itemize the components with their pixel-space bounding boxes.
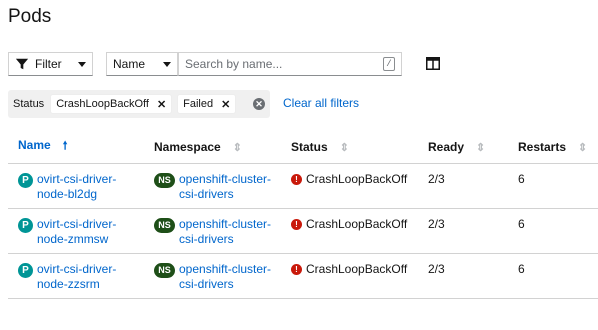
chevron-down-icon: [78, 61, 86, 67]
filter-label: Filter: [35, 57, 62, 71]
status-text: CrashLoopBackOff: [306, 171, 408, 186]
column-header-name[interactable]: Name 🠕: [8, 131, 144, 164]
error-icon: !: [291, 218, 302, 230]
filter-type-select[interactable]: Name: [106, 52, 178, 76]
filter-chip-label: Failed: [183, 98, 214, 110]
namespace-badge-icon: NS: [154, 217, 175, 233]
filter-chip-label: CrashLoopBackOff: [56, 98, 149, 110]
sort-ascending-icon: 🠕: [62, 140, 68, 153]
ready-count: 2/3: [428, 171, 445, 186]
column-header-label: Ready: [428, 139, 465, 154]
error-icon: !: [291, 173, 302, 185]
table-row: Povirt-csi-driver-node-bl2dg NS openshift…: [8, 163, 598, 209]
ready-count: 2/3: [428, 261, 445, 276]
table-row: Povirt-csi-driver-node-zzsrm NS openshift…: [8, 253, 598, 299]
namespace-badge-icon: NS: [154, 172, 175, 188]
namespace-link[interactable]: openshift-cluster-csi-drivers: [179, 172, 281, 202]
filter-type-label: Name: [113, 57, 146, 71]
sort-icon: ⇕: [232, 141, 242, 154]
sort-icon: ⇕: [578, 141, 588, 154]
pod-name-link[interactable]: ovirt-csi-driver-node-zzsrm: [37, 262, 144, 292]
namespace-badge-icon: NS: [154, 262, 175, 278]
clear-all-filters-link[interactable]: Clear all filters: [283, 96, 359, 110]
status-text: CrashLoopBackOff: [306, 261, 408, 276]
filter-chip-group: Status CrashLoopBackOff ✕ Failed ✕ ✕: [8, 90, 270, 118]
filter-icon: [15, 58, 29, 70]
search-shortcut-hint: /: [383, 57, 395, 71]
column-header-namespace[interactable]: Namespace ⇕: [144, 131, 281, 164]
error-icon: !: [291, 263, 302, 275]
restarts-count: 6: [518, 261, 525, 276]
search-input[interactable]: [185, 57, 383, 71]
pod-badge-icon: P: [18, 172, 33, 188]
column-header-label: Namespace: [154, 139, 221, 154]
ready-count: 2/3: [428, 216, 445, 231]
sort-icon: ⇕: [339, 141, 349, 154]
chevron-down-icon: [163, 61, 171, 67]
search-box: /: [178, 52, 402, 76]
status-text: CrashLoopBackOff: [306, 216, 408, 231]
namespace-link[interactable]: openshift-cluster-csi-drivers: [179, 217, 281, 247]
column-header-status[interactable]: Status ⇕: [281, 131, 418, 164]
column-header-ready[interactable]: Ready ⇕: [418, 131, 508, 164]
column-header-label: Name: [18, 138, 51, 153]
filter-dropdown-button[interactable]: Filter: [8, 52, 93, 76]
filter-chip: Failed ✕: [177, 94, 237, 114]
pods-table: Name 🠕 Namespace ⇕ Status ⇕ Ready ⇕ Restarts…: [8, 131, 598, 299]
column-header-label: Restarts: [518, 139, 567, 154]
column-header-label: Status: [291, 139, 328, 154]
sort-icon: ⇕: [476, 141, 486, 154]
table-header-row: Name 🠕 Namespace ⇕ Status ⇕ Ready ⇕ Restarts…: [8, 131, 598, 164]
restarts-count: 6: [518, 216, 525, 231]
close-circle-icon[interactable]: ✕: [253, 98, 265, 110]
chip-group-category: Status: [13, 98, 45, 110]
close-icon[interactable]: ✕: [221, 98, 230, 111]
close-icon[interactable]: ✕: [157, 98, 166, 111]
page-title: Pods: [8, 6, 52, 27]
namespace-link[interactable]: openshift-cluster-csi-drivers: [179, 262, 281, 292]
columns-icon[interactable]: [426, 57, 440, 70]
pod-name-link[interactable]: ovirt-csi-driver-node-bl2dg: [37, 172, 144, 202]
table-row: Povirt-csi-driver-node-zmmsw NS openshift…: [8, 208, 598, 254]
column-header-restarts[interactable]: Restarts ⇕: [508, 131, 598, 164]
pod-badge-icon: P: [18, 262, 33, 278]
filter-chip: CrashLoopBackOff ✕: [50, 94, 173, 114]
pod-name-link[interactable]: ovirt-csi-driver-node-zmmsw: [37, 217, 144, 247]
restarts-count: 6: [518, 171, 525, 186]
pod-badge-icon: P: [18, 217, 33, 233]
